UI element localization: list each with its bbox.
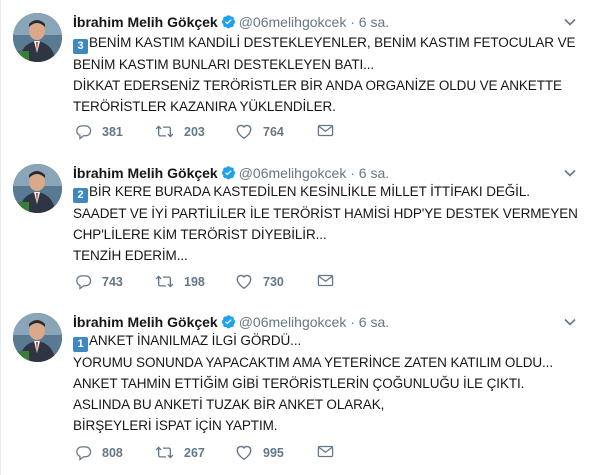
keycap-number-icon: 1 bbox=[73, 337, 88, 352]
retweet-count: 198 bbox=[184, 274, 205, 289]
like-button[interactable]: 764 bbox=[235, 123, 284, 143]
message-button[interactable] bbox=[317, 444, 334, 464]
separator-dot: · bbox=[350, 314, 355, 330]
retweet-count: 203 bbox=[184, 124, 205, 139]
author-name[interactable]: İbrahim Melih Gökçek bbox=[73, 14, 218, 30]
retweet-icon bbox=[155, 275, 174, 288]
tweet-line: BİR KERE BURADA KASTEDİLEN KESİNLİKLE Mİ… bbox=[89, 184, 530, 199]
tweet-item[interactable]: İbrahim Melih Gökçek @06melihgokcek · 6 s… bbox=[0, 301, 595, 475]
author-handle[interactable]: @06melihgokcek bbox=[239, 314, 347, 330]
author-handle[interactable]: @06melihgokcek bbox=[239, 14, 347, 30]
separator-dot: · bbox=[350, 165, 355, 181]
keycap-number-icon: 2 bbox=[73, 188, 88, 203]
heart-icon bbox=[236, 274, 252, 290]
tweet-line: BENİM KASTIM BUNLARI DESTEKLEYEN BATI... bbox=[73, 57, 375, 72]
reply-icon bbox=[76, 275, 92, 290]
tweet-line: ASLINDA BU ANKETİ TUZAK BİR ANKET OLARAK… bbox=[73, 397, 385, 412]
reply-button[interactable]: 743 bbox=[75, 273, 123, 293]
tweet-line: TERÖRİSTLER KAZANIRA YÜKLENDİLER. bbox=[73, 99, 336, 114]
retweet-button[interactable]: 198 bbox=[155, 273, 205, 293]
verified-badge-icon bbox=[221, 166, 235, 180]
tweet-item[interactable]: İbrahim Melih Gökçek @06melihgokcek · 6 s… bbox=[0, 0, 595, 153]
verified-badge-icon bbox=[221, 315, 235, 329]
heart-icon bbox=[236, 124, 252, 140]
reply-button[interactable]: 381 bbox=[75, 123, 123, 143]
chevron-down-icon[interactable] bbox=[563, 315, 577, 329]
envelope-icon bbox=[317, 446, 334, 458]
tweet-line: YORUMU SONUNDA YAPACAKTIM AMA YETERİNCE … bbox=[73, 355, 553, 370]
envelope-icon bbox=[317, 125, 334, 137]
tweet-line: ANKET TAHMİN ETTİĞİM GİBİ TERÖRİSTLERİN … bbox=[73, 376, 525, 391]
tweet-line: CHP'LİLERE KİM TERÖRİST DİYEBİLİR... bbox=[73, 227, 327, 242]
reply-icon bbox=[76, 125, 92, 140]
reply-icon bbox=[76, 446, 92, 461]
tweet-timestamp[interactable]: 6 sa. bbox=[359, 314, 389, 330]
author-name[interactable]: İbrahim Melih Gökçek bbox=[73, 165, 218, 181]
tweet-line: TENZİH EDERİM... bbox=[73, 248, 188, 263]
chevron-down-icon[interactable] bbox=[563, 166, 577, 180]
retweet-icon bbox=[155, 125, 174, 138]
reply-button[interactable]: 808 bbox=[75, 444, 123, 464]
separator-dot: · bbox=[350, 14, 355, 30]
tweet-line: SAADET VE İYİ PARTİLİLER İLE TERÖRİST HA… bbox=[73, 206, 578, 221]
heart-icon bbox=[236, 445, 252, 461]
tweet-line: ANKET İNANILMAZ İLGİ GÖRDÜ... bbox=[89, 333, 302, 348]
tweet-line: DİKKAT EDERSENİZ TERÖRİSTLER BİR ANDA OR… bbox=[73, 78, 562, 93]
like-button[interactable]: 730 bbox=[235, 273, 284, 293]
author-handle[interactable]: @06melihgokcek bbox=[239, 165, 347, 181]
avatar[interactable] bbox=[13, 13, 62, 62]
verified-badge-icon bbox=[221, 15, 235, 29]
author-name[interactable]: İbrahim Melih Gökçek bbox=[73, 314, 218, 330]
tweet-text: 1 ANKET İNANILMAZ İLGİ GÖRDÜ... YORUMU SO… bbox=[73, 330, 578, 436]
tweet-timeline: İbrahim Melih Gökçek @06melihgokcek · 6 s… bbox=[0, 0, 595, 475]
tweet-line: BİRŞEYLERİ İSPAT İÇİN YAPTIM. bbox=[73, 418, 278, 433]
chevron-down-icon[interactable] bbox=[563, 15, 577, 29]
message-button[interactable] bbox=[317, 123, 334, 143]
tweet-line: BENİM KASTIM KANDİLİ DESTEKLEYENLER, BEN… bbox=[89, 35, 576, 50]
retweet-button[interactable]: 203 bbox=[155, 123, 205, 143]
like-count: 764 bbox=[263, 124, 284, 139]
like-button[interactable]: 995 bbox=[235, 444, 284, 464]
like-count: 995 bbox=[263, 445, 284, 460]
like-count: 730 bbox=[263, 274, 284, 289]
message-button[interactable] bbox=[317, 273, 334, 293]
envelope-icon bbox=[317, 275, 334, 287]
tweet-item[interactable]: İbrahim Melih Gökçek @06melihgokcek · 6 s… bbox=[0, 152, 595, 302]
avatar[interactable] bbox=[13, 164, 62, 213]
retweet-icon bbox=[155, 446, 174, 459]
tweet-timestamp[interactable]: 6 sa. bbox=[359, 14, 389, 30]
tweet-text: 3 BENİM KASTIM KANDİLİ DESTEKLEYENLER, BE… bbox=[73, 32, 578, 117]
retweet-count: 267 bbox=[184, 445, 205, 460]
keycap-number-icon: 3 bbox=[73, 39, 88, 54]
tweet-text: 2 BİR KERE BURADA KASTEDİLEN KESİNLİKLE M… bbox=[73, 181, 578, 266]
reply-count: 381 bbox=[102, 124, 123, 139]
retweet-button[interactable]: 267 bbox=[155, 444, 205, 464]
reply-count: 743 bbox=[102, 274, 123, 289]
avatar[interactable] bbox=[13, 313, 62, 362]
reply-count: 808 bbox=[102, 445, 123, 460]
tweet-timestamp[interactable]: 6 sa. bbox=[359, 165, 389, 181]
